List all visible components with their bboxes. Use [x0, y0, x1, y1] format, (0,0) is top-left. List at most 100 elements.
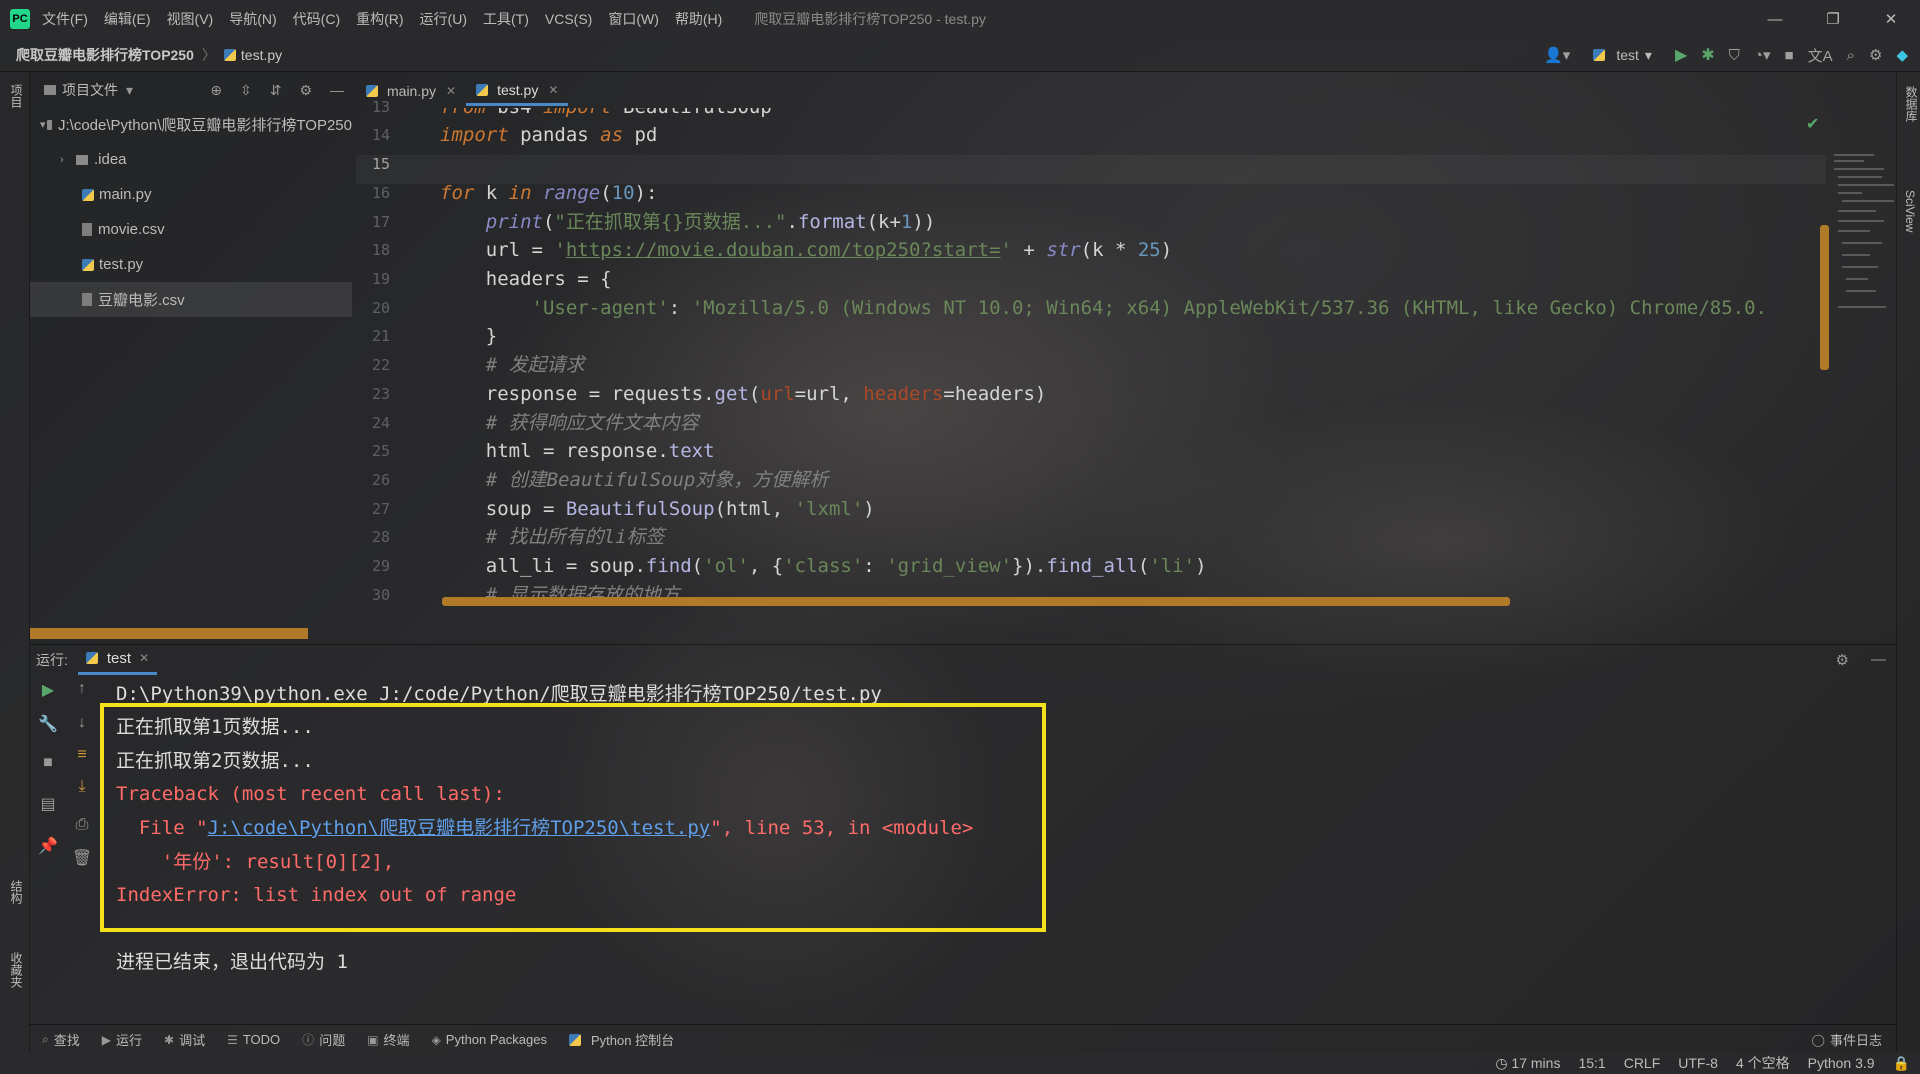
- menu-file[interactable]: 文件(F): [42, 9, 88, 29]
- menu-refactor[interactable]: 重构(R): [356, 9, 403, 29]
- menu-code[interactable]: 代码(C): [293, 9, 340, 29]
- tool-terminal[interactable]: ▣ 终端: [367, 1030, 409, 1049]
- tool-debug[interactable]: ✱ 调试: [164, 1030, 205, 1049]
- close-icon[interactable]: ✕: [139, 651, 149, 665]
- hide-icon[interactable]: —: [1871, 651, 1886, 669]
- menu-vcs[interactable]: VCS(S): [545, 11, 592, 27]
- layout-icon[interactable]: ▤: [36, 794, 60, 814]
- chevron-right-icon[interactable]: ›: [60, 154, 76, 166]
- tree-item-movie-csv[interactable]: movie.csv: [30, 212, 352, 247]
- scroll-to-end-icon[interactable]: ⤓: [70, 778, 94, 796]
- structure-tool-label[interactable]: 结构: [8, 880, 25, 904]
- breadcrumb-project[interactable]: 爬取豆瓣电影排行榜TOP250: [16, 45, 194, 65]
- tool-label: Python 控制台: [590, 1033, 675, 1048]
- minimize-button[interactable]: —: [1746, 0, 1804, 38]
- user-icon[interactable]: 👤▾: [1544, 46, 1570, 64]
- breadcrumb-file[interactable]: test.py: [241, 47, 282, 63]
- expand-all-icon[interactable]: ⇳: [240, 82, 252, 99]
- trash-icon[interactable]: 🗑: [70, 848, 94, 868]
- status-interpreter[interactable]: Python 3.9: [1808, 1055, 1875, 1071]
- gear-icon[interactable]: ⚙: [1836, 651, 1849, 669]
- status-encoding[interactable]: UTF-8: [1678, 1055, 1718, 1071]
- status-position[interactable]: 15:1: [1578, 1055, 1605, 1071]
- right-tool-strip: 数据库 SciView: [1896, 72, 1920, 1052]
- menu-edit[interactable]: 编辑(E): [104, 9, 151, 29]
- no-problems-check-icon[interactable]: ✔: [1806, 114, 1819, 134]
- soft-wrap-icon[interactable]: ≡: [70, 746, 94, 764]
- tool-python-console[interactable]: Python 控制台: [568, 1030, 675, 1049]
- tree-item-douban-csv[interactable]: 豆瓣电影.csv: [30, 282, 352, 317]
- close-icon[interactable]: ✕: [446, 84, 456, 98]
- status-time[interactable]: ◷ 17 mins: [1495, 1055, 1560, 1072]
- translate-icon[interactable]: 文A: [1808, 45, 1833, 66]
- close-button[interactable]: ✕: [1862, 0, 1920, 38]
- tab-test-py[interactable]: test.py ✕: [466, 76, 569, 106]
- project-horizontal-scrollbar[interactable]: [30, 628, 308, 639]
- tab-label: main.py: [387, 83, 437, 99]
- tool-python-packages[interactable]: ◈ Python Packages: [432, 1032, 547, 1047]
- code-minimap[interactable]: [1832, 150, 1896, 350]
- lock-icon[interactable]: 🔒: [1893, 1055, 1910, 1072]
- tool-todo[interactable]: ☰ TODO: [227, 1032, 280, 1047]
- tree-item-main-py[interactable]: main.py: [30, 177, 352, 212]
- toolbox-icon[interactable]: ◆: [1896, 46, 1908, 64]
- sciview-tool-label[interactable]: SciView: [1903, 190, 1917, 232]
- collapse-all-icon[interactable]: ⇵: [270, 82, 282, 99]
- menu-navigate[interactable]: 导航(N): [229, 9, 276, 29]
- search-icon[interactable]: ⌕: [1847, 47, 1855, 64]
- run-config-selector[interactable]: test ▾: [1584, 44, 1661, 67]
- menu-help[interactable]: 帮助(H): [675, 9, 722, 29]
- tree-item-test-py[interactable]: test.py: [30, 247, 352, 282]
- line-number: 19: [371, 270, 390, 288]
- chevron-down-icon[interactable]: ▾: [126, 82, 133, 99]
- arrow-up-icon[interactable]: ↑: [70, 680, 94, 698]
- pin-icon[interactable]: 📌: [36, 836, 60, 856]
- close-icon[interactable]: ✕: [548, 83, 558, 97]
- status-line-separator[interactable]: CRLF: [1624, 1055, 1661, 1071]
- project-tool-label[interactable]: 项目: [8, 84, 25, 108]
- run-tab-test[interactable]: test ✕: [77, 645, 158, 675]
- locate-icon[interactable]: ⊕: [210, 82, 222, 99]
- hide-icon[interactable]: —: [330, 82, 344, 99]
- tree-root[interactable]: ▾ J:\code\Python\爬取豆瓣电影排行榜TOP250: [30, 107, 352, 142]
- debug-icon[interactable]: ✱: [1701, 45, 1714, 65]
- print-icon[interactable]: ⎙: [70, 816, 94, 834]
- event-log[interactable]: ◯ 事件日志: [1812, 1030, 1882, 1049]
- database-tool-label[interactable]: 数据库: [1903, 86, 1920, 122]
- tool-problems[interactable]: ⓘ 问题: [302, 1030, 345, 1049]
- restore-button[interactable]: ❐: [1804, 0, 1862, 38]
- menu-window[interactable]: 窗口(W): [608, 9, 659, 29]
- project-panel-title[interactable]: 项目文件: [62, 80, 118, 100]
- run-icon[interactable]: ▶: [1675, 45, 1687, 65]
- editor-vertical-scrollbar[interactable]: [1820, 225, 1829, 370]
- wrench-icon[interactable]: 🔧: [36, 714, 60, 734]
- rerun-icon[interactable]: ▶: [36, 680, 60, 700]
- tree-item-idea[interactable]: › .idea: [30, 142, 352, 177]
- status-time-label: 17 mins: [1511, 1054, 1561, 1071]
- menu-tools[interactable]: 工具(T): [483, 9, 529, 29]
- tool-run[interactable]: ▶ 运行: [102, 1030, 142, 1049]
- minimap-line: [1834, 168, 1884, 170]
- editor-horizontal-scrollbar[interactable]: [442, 597, 1510, 606]
- folder-icon: [46, 119, 52, 130]
- tool-find[interactable]: ⌕ 查找: [42, 1030, 80, 1049]
- favorites-tool-label[interactable]: 收藏夹: [8, 952, 25, 988]
- status-indent[interactable]: 4 个空格: [1736, 1053, 1790, 1073]
- chevron-down-icon[interactable]: ▾: [40, 118, 47, 131]
- minimap-line: [1838, 210, 1876, 212]
- profile-icon[interactable]: ◔▾: [1754, 46, 1771, 64]
- line-number: 28: [371, 528, 390, 546]
- pycharm-logo-icon[interactable]: PC: [10, 9, 30, 29]
- coverage-icon[interactable]: ⛉: [1729, 47, 1740, 64]
- search-icon: ⌕: [42, 1032, 49, 1046]
- menu-view[interactable]: 视图(V): [167, 9, 214, 29]
- gear-icon[interactable]: ⚙: [299, 82, 312, 99]
- tool-window-bar: ⌕ 查找 ▶ 运行 ✱ 调试 ☰ TODO ⓘ 问题 ▣ 终端 ◈ Python Packag…: [30, 1024, 1896, 1054]
- stop-icon[interactable]: ■: [36, 754, 60, 772]
- stop-icon[interactable]: ■: [1785, 47, 1794, 64]
- gear-icon[interactable]: ⚙: [1869, 46, 1882, 64]
- code-editor[interactable]: from bs4 import BeautifulSoup import pan…: [440, 108, 1820, 608]
- menu-run[interactable]: 运行(U): [420, 9, 467, 29]
- arrow-down-icon[interactable]: ↓: [70, 714, 94, 732]
